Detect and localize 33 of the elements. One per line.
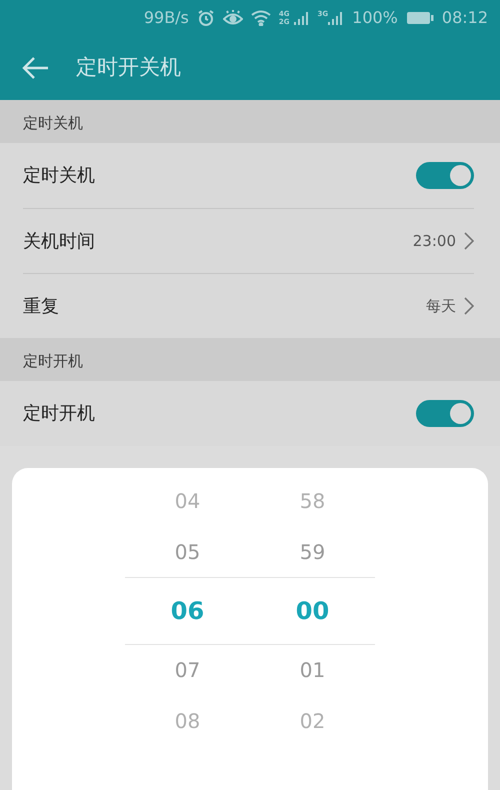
picker-item[interactable]: 06 — [125, 577, 250, 644]
eye-icon — [222, 10, 243, 26]
section-header: 定时开机 — [0, 338, 500, 381]
battery-percent: 100% — [352, 7, 398, 29]
section-header: 定时关机 — [0, 100, 500, 143]
row-label: 关机时间 — [23, 230, 95, 254]
picker-item[interactable]: 58 — [250, 475, 375, 526]
chevron-right-icon — [464, 297, 474, 315]
signal-icon — [328, 10, 344, 26]
toggle-switch[interactable] — [416, 162, 474, 189]
row-label: 定时开机 — [23, 402, 95, 426]
picker-item[interactable]: 00 — [250, 577, 375, 644]
row-label: 重复 — [23, 294, 59, 318]
wifi-icon — [250, 10, 271, 26]
alarm-icon — [196, 9, 215, 27]
network-speed: 99B/s — [144, 7, 189, 29]
battery-icon — [406, 11, 434, 25]
picker-item[interactable]: 59 — [250, 526, 375, 577]
chevron-right-icon — [464, 232, 474, 250]
back-icon[interactable] — [22, 56, 50, 80]
row-value: 23:00 — [412, 230, 456, 252]
signal-icon — [294, 10, 310, 26]
toggle-switch[interactable] — [416, 400, 474, 427]
picker-item[interactable]: 04 — [125, 475, 250, 526]
page-title: 定时开关机 — [76, 54, 181, 82]
picker-item[interactable]: 02 — [250, 695, 375, 746]
picker-item[interactable]: 08 — [125, 695, 250, 746]
picker-item[interactable]: 07 — [125, 644, 250, 695]
row-value: 每天 — [426, 296, 456, 317]
picker-item[interactable]: 01 — [250, 644, 375, 695]
clock: 08:12 — [442, 7, 488, 29]
row-label: 定时关机 — [23, 164, 95, 188]
picker-item[interactable]: 05 — [125, 526, 250, 577]
